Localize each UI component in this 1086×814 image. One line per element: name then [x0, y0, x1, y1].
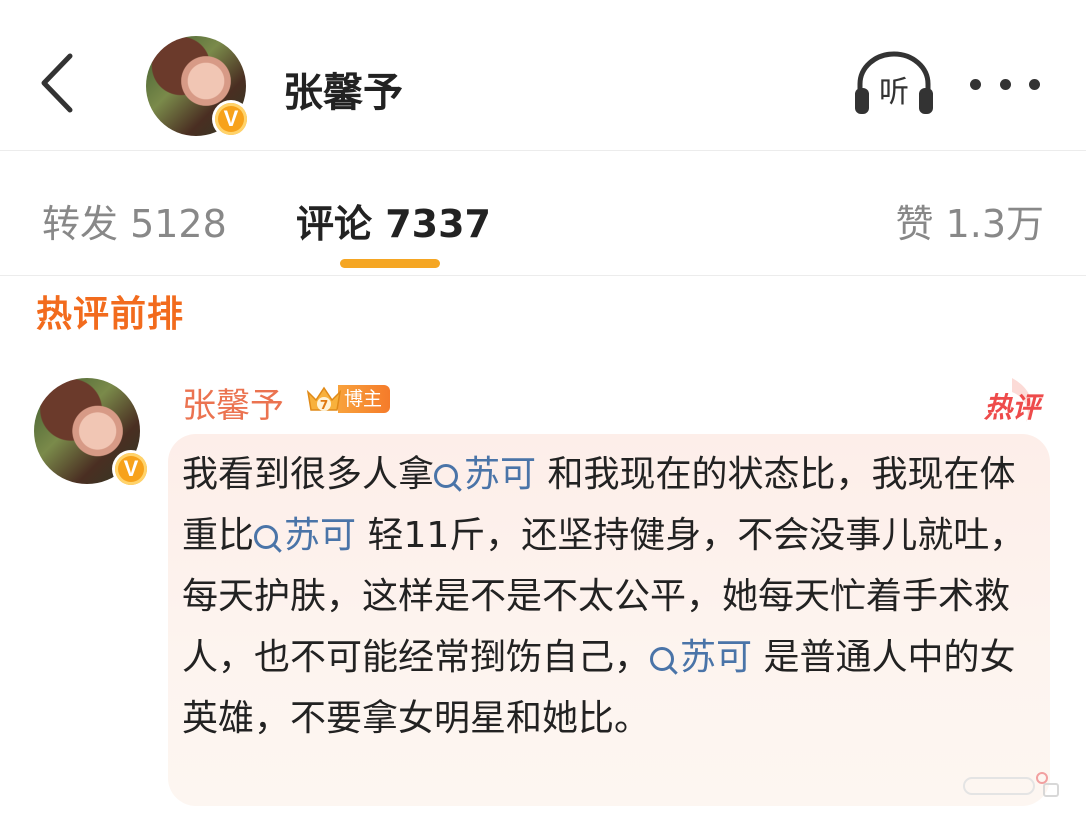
chevron-left-icon	[41, 53, 73, 113]
author-avatar[interactable]: V	[146, 36, 250, 138]
more-dot-icon	[970, 78, 981, 90]
headphones-icon: 听	[855, 51, 933, 114]
more-dot-icon	[1029, 78, 1040, 90]
level-number: 7	[320, 398, 328, 412]
active-tab-indicator	[340, 259, 440, 268]
more-dot-icon	[999, 78, 1011, 90]
hot-tag-label: 热评	[983, 391, 1040, 424]
mention-label: 苏可	[464, 454, 537, 495]
verified-badge-icon: V	[212, 100, 250, 138]
hot-comment-tag: 热评	[960, 376, 1040, 426]
comment-text-segment: 我看到很多人拿	[182, 454, 435, 495]
back-button[interactable]	[30, 48, 90, 118]
crown-icon: 7	[304, 382, 344, 416]
mention-label: 苏可	[680, 637, 753, 678]
author-role-badge: 7 博主	[304, 382, 391, 416]
search-icon	[434, 464, 459, 488]
search-icon	[254, 525, 279, 549]
more-button[interactable]	[970, 64, 1040, 104]
tab-repost[interactable]: 转发 5128	[42, 193, 227, 248]
tab-comments[interactable]: 评论 7337	[296, 193, 491, 248]
listen-button[interactable]: 听	[852, 50, 936, 116]
search-icon	[650, 647, 675, 671]
page-title: 张馨予	[283, 70, 403, 116]
topic-mention[interactable]: 苏可	[254, 515, 356, 556]
tab-likes[interactable]: 赞 1.3万	[895, 193, 1044, 248]
verified-badge-icon: V	[112, 450, 150, 488]
commenter-avatar[interactable]: V	[34, 378, 150, 490]
listen-label: 听	[879, 75, 909, 110]
tab-bar: 转发 5128 评论 7337 赞 1.3万	[0, 151, 1086, 276]
comment-text: 我看到很多人拿 苏可 和我现在的状态比，我现在体重比 苏可 轻11斤，还坚持健身，不…	[182, 444, 1042, 749]
comment-author[interactable]: 张馨予	[182, 378, 284, 427]
watermark-logo	[962, 770, 1062, 800]
top-bar: V 张馨予 听	[0, 0, 1086, 151]
topic-mention[interactable]: 苏可	[434, 454, 536, 495]
section-title: 热评前排	[36, 294, 185, 335]
topic-mention[interactable]: 苏可	[650, 637, 752, 678]
role-label: 博主	[338, 385, 391, 413]
mention-label: 苏可	[284, 515, 357, 556]
